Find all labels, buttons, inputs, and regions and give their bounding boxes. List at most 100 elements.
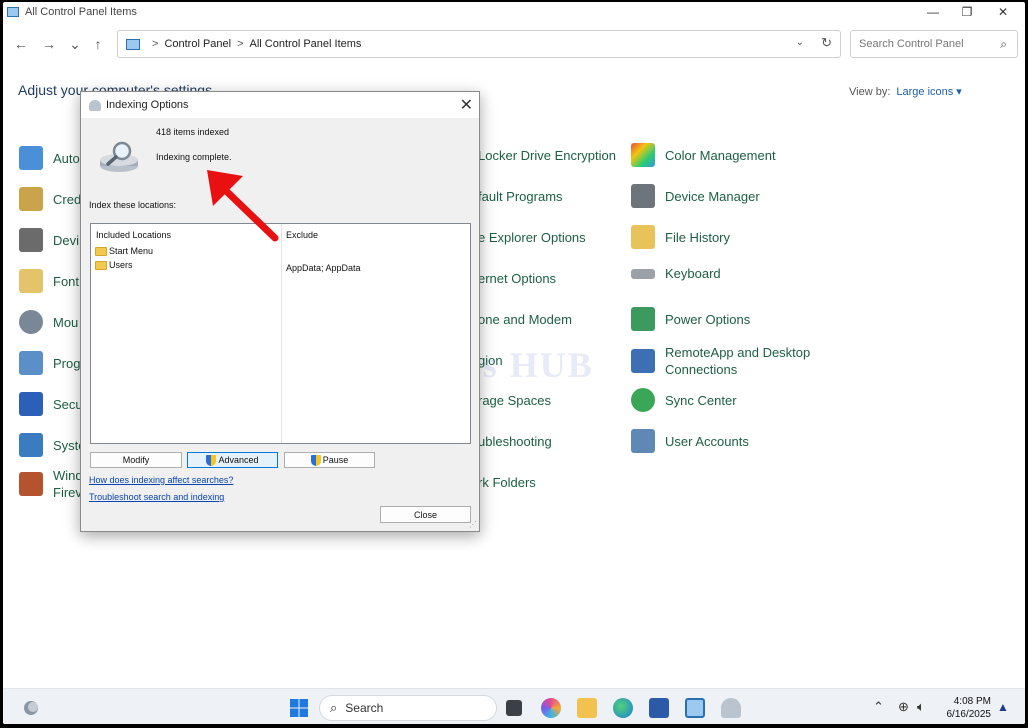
locations-list[interactable]: Included Locations Exclude Start Menu Us… xyxy=(90,223,471,444)
cp-item-sync-center[interactable]: Sync Center xyxy=(631,388,737,412)
address-bar[interactable]: > Control Panel > All Control Panel Item… xyxy=(117,30,841,58)
system-icon xyxy=(19,433,43,457)
dialog-close-icon[interactable]: ✕ xyxy=(460,95,473,115)
cp-item-phone-modem[interactable]: one and Modem xyxy=(478,312,572,327)
folder-icon xyxy=(95,260,107,270)
column-header-included[interactable]: Included Locations xyxy=(96,230,171,240)
link-troubleshoot-indexing[interactable]: Troubleshoot search and indexing xyxy=(89,492,224,502)
index-locations-label: Index these locations: xyxy=(89,200,177,210)
control-panel-icon xyxy=(7,7,19,17)
autoplay-icon xyxy=(19,146,43,170)
search-icon: ⌕ xyxy=(330,700,338,715)
cp-item-keyboard[interactable]: Keyboard xyxy=(631,266,721,281)
control-panel-taskbar-icon[interactable] xyxy=(685,698,705,718)
firewall-icon xyxy=(19,472,43,496)
cp-item-troubleshooting[interactable]: ubleshooting xyxy=(478,434,552,449)
recent-locations-icon[interactable]: ⌄ xyxy=(65,34,85,54)
dialog-close-button[interactable]: Close xyxy=(380,506,471,523)
items-indexed-count: 418 items indexed xyxy=(156,127,230,137)
column-header-exclude[interactable]: Exclude xyxy=(286,230,318,240)
windows-start-icon[interactable] xyxy=(289,698,309,718)
cp-item-programs[interactable]: Prog xyxy=(19,351,80,375)
view-by-dropdown[interactable]: Large icons ▾ xyxy=(896,86,961,98)
power-options-icon xyxy=(631,307,655,331)
control-panel-icon xyxy=(126,38,140,50)
device-manager-icon xyxy=(631,184,655,208)
copilot-icon[interactable] xyxy=(541,698,561,718)
search-input[interactable]: Search Control Panel ⌕ xyxy=(850,30,1018,58)
cp-item-user-accounts[interactable]: User Accounts xyxy=(631,429,749,453)
widgets-weather-icon[interactable] xyxy=(21,698,41,718)
desktop-screen: All Control Panel Items — ❐ ✕ ← → ⌄ ↑ > … xyxy=(3,2,1025,724)
window-title: All Control Panel Items xyxy=(25,6,137,18)
indexing-options-dialog: Indexing Options ✕ 418 items indexed Ind… xyxy=(80,91,480,532)
cp-item-work-folders[interactable]: rk Folders xyxy=(478,475,536,490)
cp-item-firewall[interactable]: Wind Firev xyxy=(19,467,83,501)
edge-browser-icon[interactable] xyxy=(613,698,633,718)
minimize-button[interactable]: — xyxy=(915,2,951,22)
cp-item-storage-spaces[interactable]: rage Spaces xyxy=(478,393,551,408)
taskbar-search[interactable]: ⌕ Search xyxy=(319,695,497,721)
cp-item-color-management[interactable]: Color Management xyxy=(631,143,776,167)
refresh-icon[interactable]: ↻ xyxy=(821,35,832,51)
network-globe-icon[interactable]: ⊕ xyxy=(898,699,909,715)
location-row-start-menu[interactable]: Start Menu xyxy=(95,246,153,256)
breadcrumb-control-panel[interactable]: Control Panel xyxy=(164,38,231,50)
cp-item-remoteapp[interactable]: RemoteApp and Desktop Connections xyxy=(631,344,810,378)
red-arrow-annotation xyxy=(207,170,279,242)
indexing-options-taskbar-icon[interactable] xyxy=(721,698,741,718)
printer-icon xyxy=(19,228,43,252)
taskbar-clock[interactable]: 4:08 PM 6/16/2025 xyxy=(943,695,992,721)
pause-button[interactable]: Pause xyxy=(284,452,375,468)
cp-item-power-options[interactable]: Power Options xyxy=(631,307,750,331)
cp-item-devices-printers[interactable]: Devi xyxy=(19,228,79,252)
cp-item-autoplay[interactable]: Auto xyxy=(19,146,80,170)
programs-icon xyxy=(19,351,43,375)
cp-item-fonts[interactable]: Font xyxy=(19,269,79,293)
column-divider xyxy=(281,224,282,443)
cp-item-security-maintenance[interactable]: Secu xyxy=(19,392,83,416)
link-how-indexing-affects-searches[interactable]: How does indexing affect searches? xyxy=(89,475,233,485)
window-titlebar: All Control Panel Items xyxy=(3,2,1025,22)
cp-item-device-manager[interactable]: Device Manager xyxy=(631,184,760,208)
file-explorer-icon[interactable] xyxy=(577,698,597,718)
cp-item-credential-manager[interactable]: Cred xyxy=(19,187,81,211)
volume-icon[interactable]: 🔈︎ xyxy=(917,699,925,715)
credential-icon xyxy=(19,187,43,211)
cp-item-bitlocker[interactable]: Locker Drive Encryption xyxy=(478,148,616,163)
advanced-button[interactable]: Advanced xyxy=(187,452,278,468)
location-row-users[interactable]: Users xyxy=(95,260,133,270)
remoteapp-icon xyxy=(631,349,655,373)
cp-item-internet-options[interactable]: ernet Options xyxy=(478,271,556,286)
file-history-icon xyxy=(631,225,655,249)
cp-item-file-history[interactable]: File History xyxy=(631,225,730,249)
maximize-button[interactable]: ❐ xyxy=(949,2,985,22)
back-arrow-icon[interactable]: ← xyxy=(11,34,31,54)
dialog-title: Indexing Options xyxy=(106,99,189,111)
breadcrumb-all-items[interactable]: All Control Panel Items xyxy=(250,38,362,50)
up-arrow-icon[interactable]: ↑ xyxy=(88,34,108,54)
resize-grip-icon[interactable]: ⋰ xyxy=(469,520,477,529)
uac-shield-icon xyxy=(310,454,321,466)
window-close-button[interactable]: ✕ xyxy=(985,2,1021,22)
forward-arrow-icon[interactable]: → xyxy=(39,34,59,54)
chevron-down-icon[interactable]: ⌄ xyxy=(796,37,804,48)
notification-bell-icon[interactable]: ▲ xyxy=(997,700,1009,714)
cp-item-system[interactable]: Syste xyxy=(19,433,86,457)
dialog-titlebar: Indexing Options ✕ xyxy=(81,92,479,118)
folder-icon xyxy=(95,246,107,256)
cp-item-default-programs[interactable]: fault Programs xyxy=(478,189,563,204)
search-icon: ⌕ xyxy=(1000,37,1007,51)
sync-center-icon xyxy=(631,388,655,412)
search-placeholder: Search Control Panel xyxy=(859,38,964,50)
modify-button[interactable]: Modify xyxy=(90,452,182,468)
task-view-icon[interactable] xyxy=(506,700,522,716)
view-by: View by: Large icons ▾ xyxy=(849,85,962,98)
cp-item-mouse[interactable]: Mou xyxy=(19,310,78,334)
tray-chevron-up-icon[interactable]: ⌃ xyxy=(873,699,884,715)
users-exclude-value: AppData; AppData xyxy=(286,263,361,273)
microsoft-store-icon[interactable] xyxy=(649,698,669,718)
fonts-icon xyxy=(19,269,43,293)
taskbar: ⌕ Search ⌃ ⊕ 🔈︎ 4:08 PM 6/16/2025 ▲ xyxy=(3,688,1025,724)
cp-item-file-explorer-options[interactable]: e Explorer Options xyxy=(478,230,586,245)
